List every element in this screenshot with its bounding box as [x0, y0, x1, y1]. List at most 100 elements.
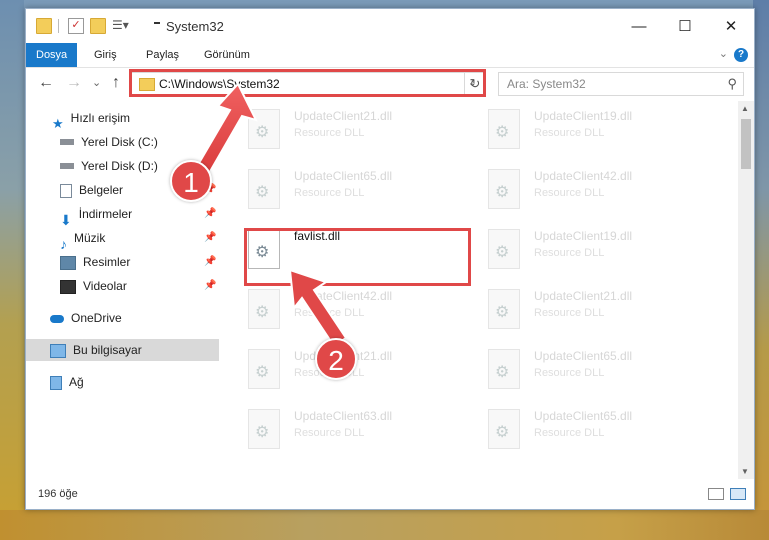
gear-icon: ⚙ — [495, 424, 510, 441]
pin-icon[interactable]: 📌 — [204, 280, 216, 291]
file-item[interactable]: ⚙ UpdateClient65.dll Resource DLL — [488, 409, 718, 465]
network-icon — [50, 375, 62, 390]
star-icon: ★ — [52, 115, 64, 131]
dll-file-icon: ⚙ — [488, 169, 520, 209]
dll-file-icon: ⚙ — [488, 349, 520, 389]
annotation-arrow-2 — [288, 268, 348, 348]
file-type: Resource DLL — [534, 307, 605, 319]
customize-toolbar-icon[interactable]: ☰▾ — [112, 18, 129, 32]
up-button[interactable]: ↑ — [112, 74, 120, 92]
file-item[interactable]: ⚙ UpdateClient21.dll Resource DLL — [488, 289, 718, 345]
file-item[interactable]: ⚙ UpdateClient21.dll Resource DLL — [248, 349, 478, 405]
search-icon[interactable]: ⚲ — [727, 76, 737, 92]
search-input[interactable]: Ara: System32 ⚲ — [498, 72, 744, 96]
gear-icon: ⚙ — [495, 184, 510, 201]
sidebar-item-music[interactable]: ♪ Müzik — [60, 227, 106, 252]
file-name: UpdateClient19.dll — [534, 109, 633, 123]
sidebar-item-label: Yerel Disk (C:) — [81, 135, 158, 149]
minimize-button[interactable]: — — [616, 9, 662, 43]
ribbon-expand-icon[interactable]: ⌄ — [719, 47, 728, 60]
pin-icon[interactable]: 📌 — [204, 208, 216, 219]
gear-icon: ⚙ — [255, 364, 270, 381]
pin-icon[interactable]: 📌 — [204, 232, 216, 243]
title-bar: ✓ ☰▾ System32 — ☐ ✕ — [26, 9, 754, 43]
sidebar-item-label: Bu bilgisayar — [73, 343, 142, 357]
file-item[interactable]: ⚙ UpdateClient65.dll Resource DLL — [488, 349, 718, 405]
tab-share[interactable]: Paylaş — [136, 43, 189, 67]
status-bar: 196 öğe — [26, 479, 754, 509]
ribbon-tabs: Dosya Giriş Paylaş Görünüm ⌄ ? — [26, 43, 754, 68]
sidebar-item-videos[interactable]: Videolar — [60, 275, 127, 297]
step-2-badge: 2 — [315, 338, 357, 380]
folder-icon — [36, 18, 52, 34]
music-icon: ♪ — [60, 235, 67, 252]
item-count: 196 öğe — [38, 488, 78, 500]
details-view-icon[interactable] — [708, 488, 724, 500]
back-button[interactable]: ← — [38, 74, 54, 92]
vertical-scrollbar[interactable]: ▲ ▼ — [738, 101, 754, 479]
dll-file-icon: ⚙ — [248, 289, 280, 329]
file-type: Resource DLL — [534, 367, 605, 379]
sidebar-item-drive-d[interactable]: Yerel Disk (D:) — [60, 155, 158, 177]
file-highlight — [244, 228, 471, 286]
desktop-background-right — [753, 0, 769, 540]
sidebar-item-label: Hızlı erişim — [70, 111, 130, 125]
drive-icon — [60, 138, 74, 145]
file-item[interactable]: ⚙ UpdateClient63.dll Resource DLL — [248, 409, 478, 465]
sidebar-item-label: İndirmeler — [78, 207, 133, 221]
properties-icon[interactable]: ✓ — [68, 18, 84, 34]
file-item[interactable]: ⚙ UpdateClient65.dll Resource DLL — [248, 169, 478, 225]
sidebar-item-pictures[interactable]: Resimler — [60, 251, 130, 273]
desktop-background-left — [0, 0, 24, 540]
file-type: Resource DLL — [294, 187, 365, 199]
dll-file-icon: ⚙ — [488, 109, 520, 149]
forward-button[interactable]: → — [66, 74, 82, 92]
file-name: UpdateClient42.dll — [534, 169, 633, 183]
desktop-background-bottom — [0, 510, 769, 540]
file-type: Resource DLL — [294, 127, 365, 139]
large-icons-view-icon[interactable] — [730, 488, 746, 500]
sidebar-item-quick-access[interactable]: ★ Hızlı erişim — [52, 107, 130, 131]
scroll-up-icon[interactable]: ▲ — [741, 104, 749, 113]
file-item[interactable]: ⚙ UpdateClient19.dll Resource DLL — [488, 109, 718, 165]
sidebar-item-this-pc[interactable]: Bu bilgisayar — [50, 339, 142, 361]
sidebar-item-drive-c[interactable]: Yerel Disk (C:) — [60, 131, 158, 153]
new-folder-icon[interactable] — [90, 18, 106, 34]
window-title: System32 — [166, 19, 224, 34]
dropdown-icon[interactable] — [154, 22, 160, 32]
tab-home[interactable]: Giriş — [84, 43, 127, 67]
videos-icon — [60, 279, 76, 294]
sidebar-item-label: OneDrive — [71, 311, 122, 325]
file-item[interactable]: ⚙ UpdateClient42.dll Resource DLL — [248, 289, 478, 345]
file-name: UpdateClient65.dll — [534, 409, 633, 423]
sidebar-item-label: Müzik — [74, 231, 106, 245]
drive-icon — [60, 162, 74, 169]
file-name: UpdateClient21.dll — [534, 289, 633, 303]
sidebar-item-network[interactable]: Ağ — [50, 371, 84, 393]
pin-icon[interactable]: 📌 — [204, 256, 216, 267]
gear-icon: ⚙ — [495, 244, 510, 261]
file-item[interactable]: ⚙ UpdateClient21.dll Resource DLL — [248, 109, 478, 165]
tab-file[interactable]: Dosya — [26, 43, 78, 67]
recent-locations-button[interactable]: ⌄ — [92, 76, 101, 89]
maximize-button[interactable]: ☐ — [662, 9, 708, 43]
file-item[interactable]: ⚙ UpdateClient42.dll Resource DLL — [488, 169, 718, 225]
sidebar-item-label: Resimler — [83, 255, 131, 269]
dll-file-icon: ⚙ — [248, 349, 280, 389]
file-type: Resource DLL — [534, 247, 605, 259]
file-type: Resource DLL — [534, 127, 605, 139]
close-button[interactable]: ✕ — [708, 9, 754, 43]
file-type: Resource DLL — [534, 427, 605, 439]
sidebar-item-onedrive[interactable]: OneDrive — [50, 307, 122, 329]
tab-view[interactable]: Görünüm — [194, 43, 260, 67]
file-name: UpdateClient63.dll — [294, 409, 393, 423]
file-item[interactable]: ⚙ UpdateClient19.dll Resource DLL — [488, 229, 718, 285]
documents-icon — [60, 183, 72, 198]
scroll-down-icon[interactable]: ▼ — [741, 467, 749, 476]
gear-icon: ⚙ — [255, 304, 270, 321]
help-icon[interactable]: ? — [734, 48, 748, 62]
sidebar-item-documents[interactable]: Belgeler — [60, 179, 123, 201]
scrollbar-thumb[interactable] — [741, 119, 751, 169]
file-name: UpdateClient19.dll — [534, 229, 633, 243]
sidebar-item-downloads[interactable]: ⬇ İndirmeler — [60, 203, 133, 228]
